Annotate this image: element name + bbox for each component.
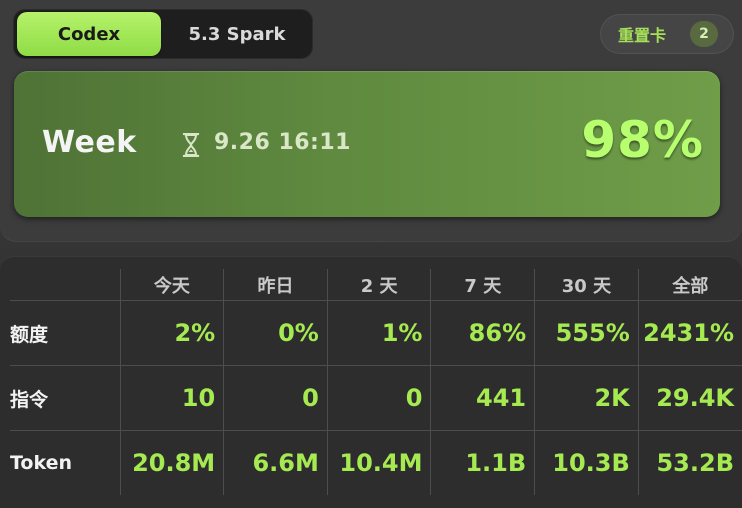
column-header: 7 天 — [430, 269, 535, 301]
column-header: 昨日 — [223, 269, 328, 301]
table-cell: 441 — [430, 365, 535, 431]
row-label: 额度 — [10, 300, 121, 366]
hourglass-icon — [182, 133, 200, 157]
reset-card-button[interactable]: 重置卡 2 — [600, 14, 734, 54]
app-root: Codex 5.3 Spark 重置卡 2 Week 9.26 16:11 98… — [0, 0, 742, 508]
table-cell: 555% — [534, 300, 639, 366]
row-label: Token — [10, 452, 73, 474]
table-corner — [10, 269, 121, 301]
table-cell: 2K — [534, 365, 639, 431]
table-cell: 2431% — [637, 300, 742, 366]
reset-time: 9.26 16:11 — [214, 130, 351, 155]
column-header: 今天 — [119, 269, 224, 301]
usage-stats-panel: 今天 昨日 2 天 7 天 30 天 全部 额度 2% 0% 1% 86% 55… — [0, 256, 742, 508]
table-cell: 6.6M — [223, 430, 328, 495]
table-cell: 0 — [326, 365, 431, 431]
table-cell: 10.4M — [326, 430, 431, 495]
column-header: 2 天 — [326, 269, 431, 301]
table-header-row: 今天 昨日 2 天 7 天 30 天 全部 — [10, 269, 742, 301]
reset-card-count-badge: 2 — [690, 21, 718, 47]
table-row-tokens: Token 20.8M 6.6M 10.4M 1.1B 10.3B 53.2B — [10, 430, 742, 495]
week-percent: 98% — [581, 111, 704, 169]
tab-spark[interactable]: 5.3 Spark — [165, 12, 309, 56]
reset-card-label: 重置卡 — [618, 26, 667, 45]
table-cell: 10 — [119, 365, 224, 431]
table-cell: 29.4K — [637, 365, 742, 431]
table-cell: 1.1B — [430, 430, 535, 495]
week-quota-card[interactable]: Week 9.26 16:11 98% — [14, 71, 720, 217]
usage-stats-table: 今天 昨日 2 天 7 天 30 天 全部 额度 2% 0% 1% 86% 55… — [10, 269, 742, 495]
table-cell: 0% — [223, 300, 328, 366]
row-label: 指令 — [10, 365, 121, 431]
table-row-commands: 指令 10 0 0 441 2K 29.4K — [10, 365, 742, 431]
table-cell: 0 — [223, 365, 328, 431]
table-cell: 86% — [430, 300, 535, 366]
table-cell: 53.2B — [637, 430, 742, 495]
table-cell: 1% — [326, 300, 431, 366]
table-row-quota: 额度 2% 0% 1% 86% 555% 2431% — [10, 300, 742, 366]
tab-codex[interactable]: Codex — [17, 12, 161, 56]
week-title: Week — [42, 125, 137, 160]
top-panel: Codex 5.3 Spark 重置卡 2 Week 9.26 16:11 98… — [0, 0, 742, 242]
column-header: 全部 — [637, 269, 742, 301]
table-cell: 2% — [119, 300, 224, 366]
table-cell: 20.8M — [119, 430, 224, 495]
table-cell: 10.3B — [534, 430, 639, 495]
model-switcher: Codex 5.3 Spark — [13, 9, 313, 59]
column-header: 30 天 — [534, 269, 639, 301]
